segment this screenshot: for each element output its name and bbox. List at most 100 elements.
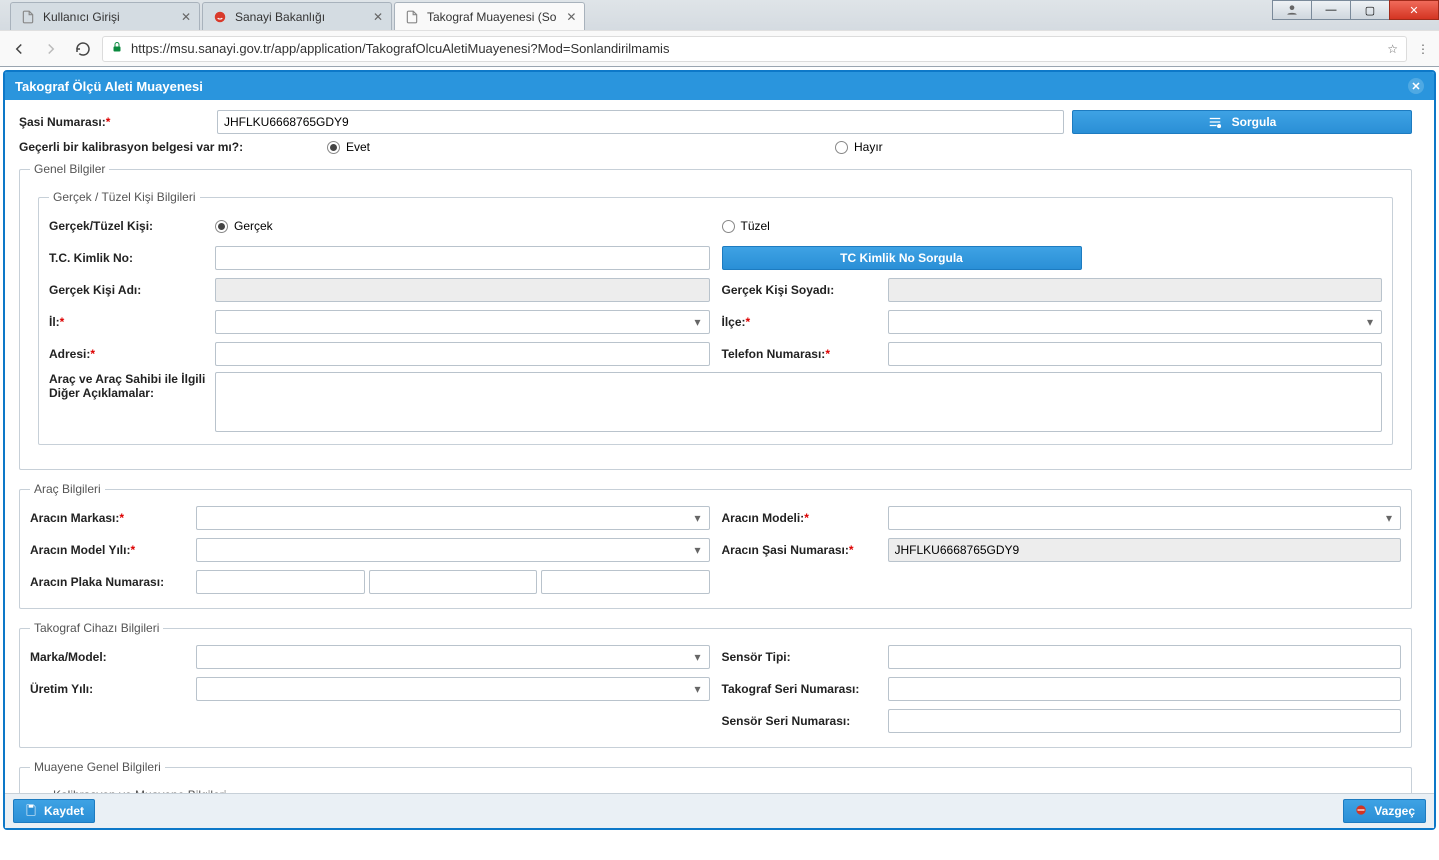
app-body: Şasi Numarası: Sorgula Geçerli bir kalib… [5,100,1434,793]
evet-radio-group[interactable]: Evet [327,140,827,154]
tab-close-icon[interactable]: ✕ [564,10,578,24]
gercek-tuzel-label: Gerçek/Tüzel Kişi: [49,219,153,233]
tab-close-icon[interactable]: ✕ [371,10,385,24]
cancel-icon [1354,803,1368,820]
plaka-input-2[interactable] [369,570,538,594]
tako-seri-input[interactable] [888,677,1402,701]
reload-button[interactable] [74,40,92,58]
plaka-input-3[interactable] [541,570,710,594]
arac-marka-label: Aracın Markası: [30,511,124,525]
evet-label: Evet [346,140,370,154]
tab-1[interactable]: Kullanıcı Girişi ✕ [10,2,200,30]
aciklama-textarea[interactable] [215,372,1382,432]
panel-close-icon[interactable]: ✕ [1408,78,1424,94]
tako-legend: Takograf Cihazı Bilgileri [30,621,163,635]
gercek-radio[interactable]: Gerçek [215,219,273,233]
sensor-seri-label: Sensör Seri Numarası: [722,714,851,728]
gercek-tuzel-fieldset: Gerçek / Tüzel Kişi Bilgileri Gerçek/Tüz… [38,190,1393,445]
tc-label: T.C. Kimlik No: [49,251,133,265]
sensor-label: Sensör Tipi: [722,650,791,664]
browser-chrome: Kullanıcı Girişi ✕ Sanayi Bakanlığı ✕ Ta… [0,0,1439,67]
window-close-button[interactable]: ✕ [1389,0,1439,20]
uretim-combo[interactable]: ▾ [196,677,710,701]
query-icon [1208,115,1222,129]
hayir-radio-group[interactable]: Hayır [835,140,883,154]
arac-bilgileri-fieldset: Araç Bilgileri Aracın Markası: ▾ Aracın … [19,482,1412,609]
browser-toolbar: https://msu.sanayi.gov.tr/app/applicatio… [0,30,1439,66]
tab-2[interactable]: Sanayi Bakanlığı ✕ [202,2,392,30]
ilce-combo[interactable]: ▾ [888,310,1383,334]
il-label: İl: [49,315,64,329]
tc-input[interactable] [215,246,710,270]
kaydet-button[interactable]: Kaydet [13,799,95,823]
tc-sorgula-label: TC Kimlik No Sorgula [840,251,963,265]
adres-label: Adresi: [49,347,95,361]
kalibrasyon-fieldset: Kalibrasyon ve Muayene Bilgileri Kalibra… [38,788,688,793]
arac-model-label: Aracın Modeli: [722,511,809,525]
genel-legend: Genel Bilgiler [30,162,109,176]
radio-icon [327,141,340,154]
kaydet-label: Kaydet [44,804,84,818]
arac-sasi-input [888,538,1402,562]
il-combo[interactable]: ▾ [215,310,710,334]
plaka-input-1[interactable] [196,570,365,594]
url-text: https://msu.sanayi.gov.tr/app/applicatio… [131,41,1379,56]
minimize-button[interactable]: — [1311,0,1351,20]
kalib-legend: Kalibrasyon ve Muayene Bilgileri [49,788,230,793]
save-icon [24,803,38,820]
sasi-input[interactable] [217,110,1064,134]
tel-label: Telefon Numarası: [722,347,830,361]
maximize-button[interactable]: ▢ [1350,0,1390,20]
tab-3-active[interactable]: Takograf Muayenesi (So ✕ [394,2,585,30]
tc-sorgula-button[interactable]: TC Kimlik No Sorgula [722,246,1082,270]
radio-icon [722,220,735,233]
tab-label: Kullanıcı Girişi [43,10,120,24]
uretim-label: Üretim Yılı: [30,682,93,696]
tuzel-label: Tüzel [741,219,770,233]
tab-strip: Kullanıcı Girişi ✕ Sanayi Bakanlığı ✕ Ta… [0,0,1439,30]
genel-bilgiler-fieldset: Genel Bilgiler Gerçek / Tüzel Kişi Bilgi… [19,162,1412,470]
tab-close-icon[interactable]: ✕ [179,10,193,24]
page-icon [213,10,227,24]
window-controls: — ▢ ✕ [1273,0,1439,20]
ilce-label: İlçe: [722,315,751,329]
sensor-seri-input[interactable] [888,709,1402,733]
lock-icon [111,41,123,56]
page-icon [21,10,35,24]
tab-label: Sanayi Bakanlığı [235,10,325,24]
page-icon [405,10,419,24]
muayene-legend: Muayene Genel Bilgileri [30,760,165,774]
tuzel-radio[interactable]: Tüzel [722,219,832,233]
tab-label: Takograf Muayenesi (So [427,10,556,24]
menu-button[interactable]: ⋮ [1417,42,1429,56]
bookmark-icon[interactable]: ☆ [1387,42,1398,56]
sorgula-label: Sorgula [1232,115,1277,129]
tel-input[interactable] [888,342,1383,366]
app-window: Takograf Ölçü Aleti Muayenesi ✕ Şasi Num… [3,70,1436,830]
sensor-input[interactable] [888,645,1402,669]
sasi-label: Şasi Numarası: [19,115,209,129]
gt-legend: Gerçek / Tüzel Kişi Bilgileri [49,190,200,204]
forward-button[interactable] [42,40,60,58]
user-avatar-button[interactable] [1272,0,1312,20]
soyadi-label: Gerçek Kişi Soyadı: [722,283,835,297]
back-button[interactable] [10,40,28,58]
page-title: Takograf Ölçü Aleti Muayenesi [15,79,203,94]
tako-marka-label: Marka/Model: [30,650,107,664]
arac-model-combo[interactable]: ▾ [888,506,1402,530]
vazgec-button[interactable]: Vazgeç [1343,799,1426,823]
app-footer: Kaydet Vazgeç [5,793,1434,828]
calib-question-label: Geçerli bir kalibrasyon belgesi var mı?: [19,140,319,154]
soyadi-input [888,278,1383,302]
address-bar[interactable]: https://msu.sanayi.gov.tr/app/applicatio… [102,36,1407,62]
radio-icon [215,220,228,233]
vazgec-label: Vazgeç [1374,804,1415,818]
adres-input[interactable] [215,342,710,366]
tako-seri-label: Takograf Seri Numarası: [722,682,860,696]
sorgula-button[interactable]: Sorgula [1072,110,1412,134]
tako-marka-combo[interactable]: ▾ [196,645,710,669]
radio-icon [835,141,848,154]
arac-yil-combo[interactable]: ▾ [196,538,710,562]
arac-marka-combo[interactable]: ▾ [196,506,710,530]
gercek-label: Gerçek [234,219,273,233]
